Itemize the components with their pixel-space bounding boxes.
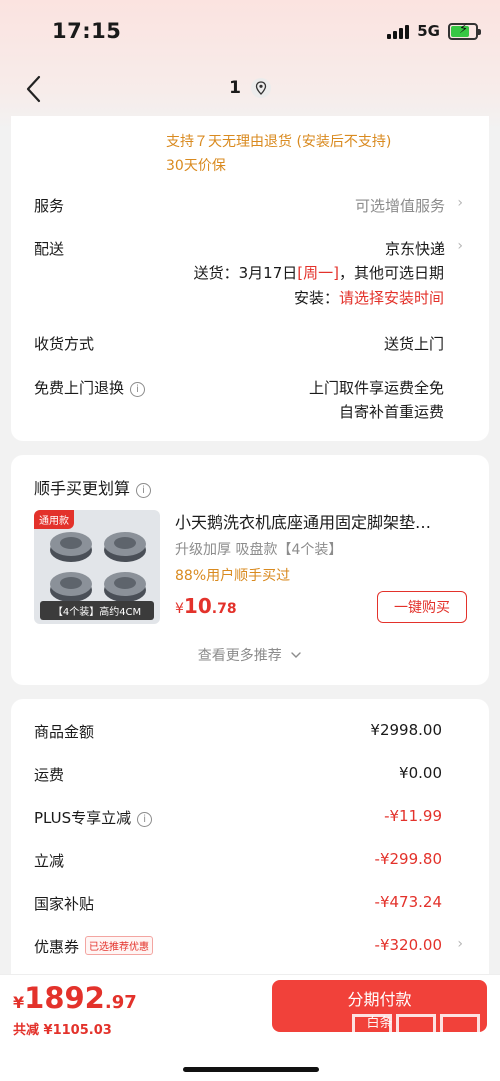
service-value: 可选增值服务 xyxy=(354,197,445,215)
product-spec: 升级加厚 吸盘款【4个装】 xyxy=(175,542,343,558)
battery-icon: ⚡ xyxy=(448,22,481,40)
delivery-date-suffix: ，其他可选日期 xyxy=(338,264,444,282)
free-return-label: 免费上门退换 xyxy=(34,379,125,397)
free-return-line2: 自寄补首重运费 xyxy=(338,403,444,421)
recommend-card: 顺手买更划算 i 通用款 【4个装】高约4CM 小天鹅洗衣机底座通用固定脚架垫… … xyxy=(11,455,489,685)
foot-pad-image xyxy=(50,532,92,562)
info-icon[interactable]: i xyxy=(136,483,152,498)
product-price-int: 10 xyxy=(183,594,212,618)
total-saved[interactable]: 共减 ¥1105.03 xyxy=(13,1019,112,1038)
back-arrow-icon[interactable] xyxy=(24,74,44,104)
shipping-carrier: 京东快递 xyxy=(384,240,445,258)
foot-pad-image xyxy=(104,572,146,602)
delivery-card: 支持７天无理由退货 (安装后不支持) 30天价保 服务 可选增值服务 › 配送 … xyxy=(11,116,489,441)
nav-title[interactable]: 1 xyxy=(229,78,271,98)
foot-pad-image xyxy=(50,572,92,602)
more-recommend-link[interactable]: 查看更多推荐 xyxy=(11,645,489,665)
product-tag: 通用款 xyxy=(34,510,74,529)
install-prefix: 安装： xyxy=(293,289,339,307)
recommend-title: 顺手买更划算 xyxy=(34,479,131,498)
coupon-label-wrap: 优惠券 已选推荐优惠 xyxy=(34,936,154,957)
total-currency: ¥ xyxy=(13,993,25,1012)
national-subsidy-value: -¥473.24 xyxy=(374,893,442,911)
status-bar: 17:15 5G ⚡ xyxy=(0,0,500,62)
price-protect-text: 30天价保 xyxy=(166,158,226,174)
coupon-label: 优惠券 xyxy=(34,938,80,956)
instant-discount-label: 立减 xyxy=(34,852,65,870)
product-price-currency: ¥ xyxy=(175,601,184,617)
product-social-proof: 88%用户顺手买过 xyxy=(175,568,291,584)
plus-discount-label: PLUS专享立减 xyxy=(34,809,132,827)
network-label: 5G xyxy=(417,22,440,40)
return-policy-text: 支持７天无理由退货 (安装后不支持) xyxy=(166,134,392,150)
info-icon[interactable]: i xyxy=(130,382,146,397)
product-image[interactable]: 通用款 【4个装】高约4CM xyxy=(34,510,160,624)
instant-discount-value: -¥299.80 xyxy=(374,850,442,868)
plus-discount-label-wrap: PLUS专享立减 i xyxy=(34,807,153,828)
recommend-title-wrap: 顺手买更划算 i xyxy=(34,475,152,499)
price-summary-card: 商品金额 ¥2998.00 运费 ¥0.00 PLUS专享立减 i -¥11.99… xyxy=(11,699,489,974)
location-pin-icon xyxy=(250,78,271,98)
install-time: 安装：请选择安装时间 xyxy=(294,287,444,308)
installment-pay-button[interactable]: 分期付款 白条 xyxy=(272,980,487,1032)
service-label: 服务 xyxy=(34,197,65,215)
status-time: 17:15 xyxy=(52,19,122,43)
delivery-weekday: [周一] xyxy=(297,264,339,282)
nav-bar: 1 xyxy=(0,62,500,114)
nav-title-text: 1 xyxy=(229,78,241,98)
shipping-fee-value: ¥0.00 xyxy=(399,764,442,782)
product-price-dec: .78 xyxy=(211,601,237,617)
receive-method-label: 收货方式 xyxy=(34,335,95,353)
foot-pad-image xyxy=(104,532,146,562)
chevron-right-icon: › xyxy=(457,936,463,952)
coupon-badge: 已选推荐优惠 xyxy=(85,936,154,955)
product-image-caption: 【4个装】高约4CM xyxy=(40,601,154,620)
total-int: 1892 xyxy=(24,981,105,1015)
coupon-value: -¥320.00 xyxy=(374,936,442,954)
plus-discount-value: -¥11.99 xyxy=(384,807,442,825)
receive-method-value: 送货上门 xyxy=(383,335,444,353)
pay-button-sub: 白条 xyxy=(366,1016,393,1031)
national-subsidy-label: 国家补贴 xyxy=(34,895,95,913)
delivery-date: 送货：3月17日[周一]，其他可选日期 xyxy=(194,262,444,283)
goods-amount-value: ¥2998.00 xyxy=(370,721,442,739)
chevron-right-icon: › xyxy=(457,195,463,211)
shipping-label: 配送 xyxy=(34,240,65,258)
free-return-label-wrap: 免费上门退换 i xyxy=(34,377,146,398)
total-price: ¥1892.97 xyxy=(13,981,137,1015)
shipping-fee-label: 运费 xyxy=(34,766,65,784)
product-name[interactable]: 小天鹅洗衣机底座通用固定脚架垫… xyxy=(175,509,475,533)
chevron-right-icon: › xyxy=(457,238,463,254)
one-click-buy-button[interactable]: 一键购买 xyxy=(377,591,467,623)
status-indicators: 5G ⚡ xyxy=(387,22,481,40)
delivery-date-prefix: 送货：3月17日 xyxy=(193,264,298,282)
install-time-link[interactable]: 请选择安装时间 xyxy=(339,289,444,307)
free-return-line1: 上门取件享运费全免 xyxy=(308,379,444,397)
signal-icon xyxy=(387,24,410,39)
more-recommend-label: 查看更多推荐 xyxy=(197,648,282,664)
home-indicator xyxy=(183,1067,319,1072)
info-icon[interactable]: i xyxy=(137,812,153,827)
chevron-down-icon xyxy=(291,652,301,658)
product-price: ¥10.78 xyxy=(175,594,237,618)
pay-button-label: 分期付款 xyxy=(347,990,412,1009)
goods-amount-label: 商品金额 xyxy=(34,723,95,741)
checkout-bar: ¥1892.97 共减 ¥1105.03 分期付款 白条 xyxy=(0,974,500,1081)
total-dec: .97 xyxy=(104,992,137,1013)
